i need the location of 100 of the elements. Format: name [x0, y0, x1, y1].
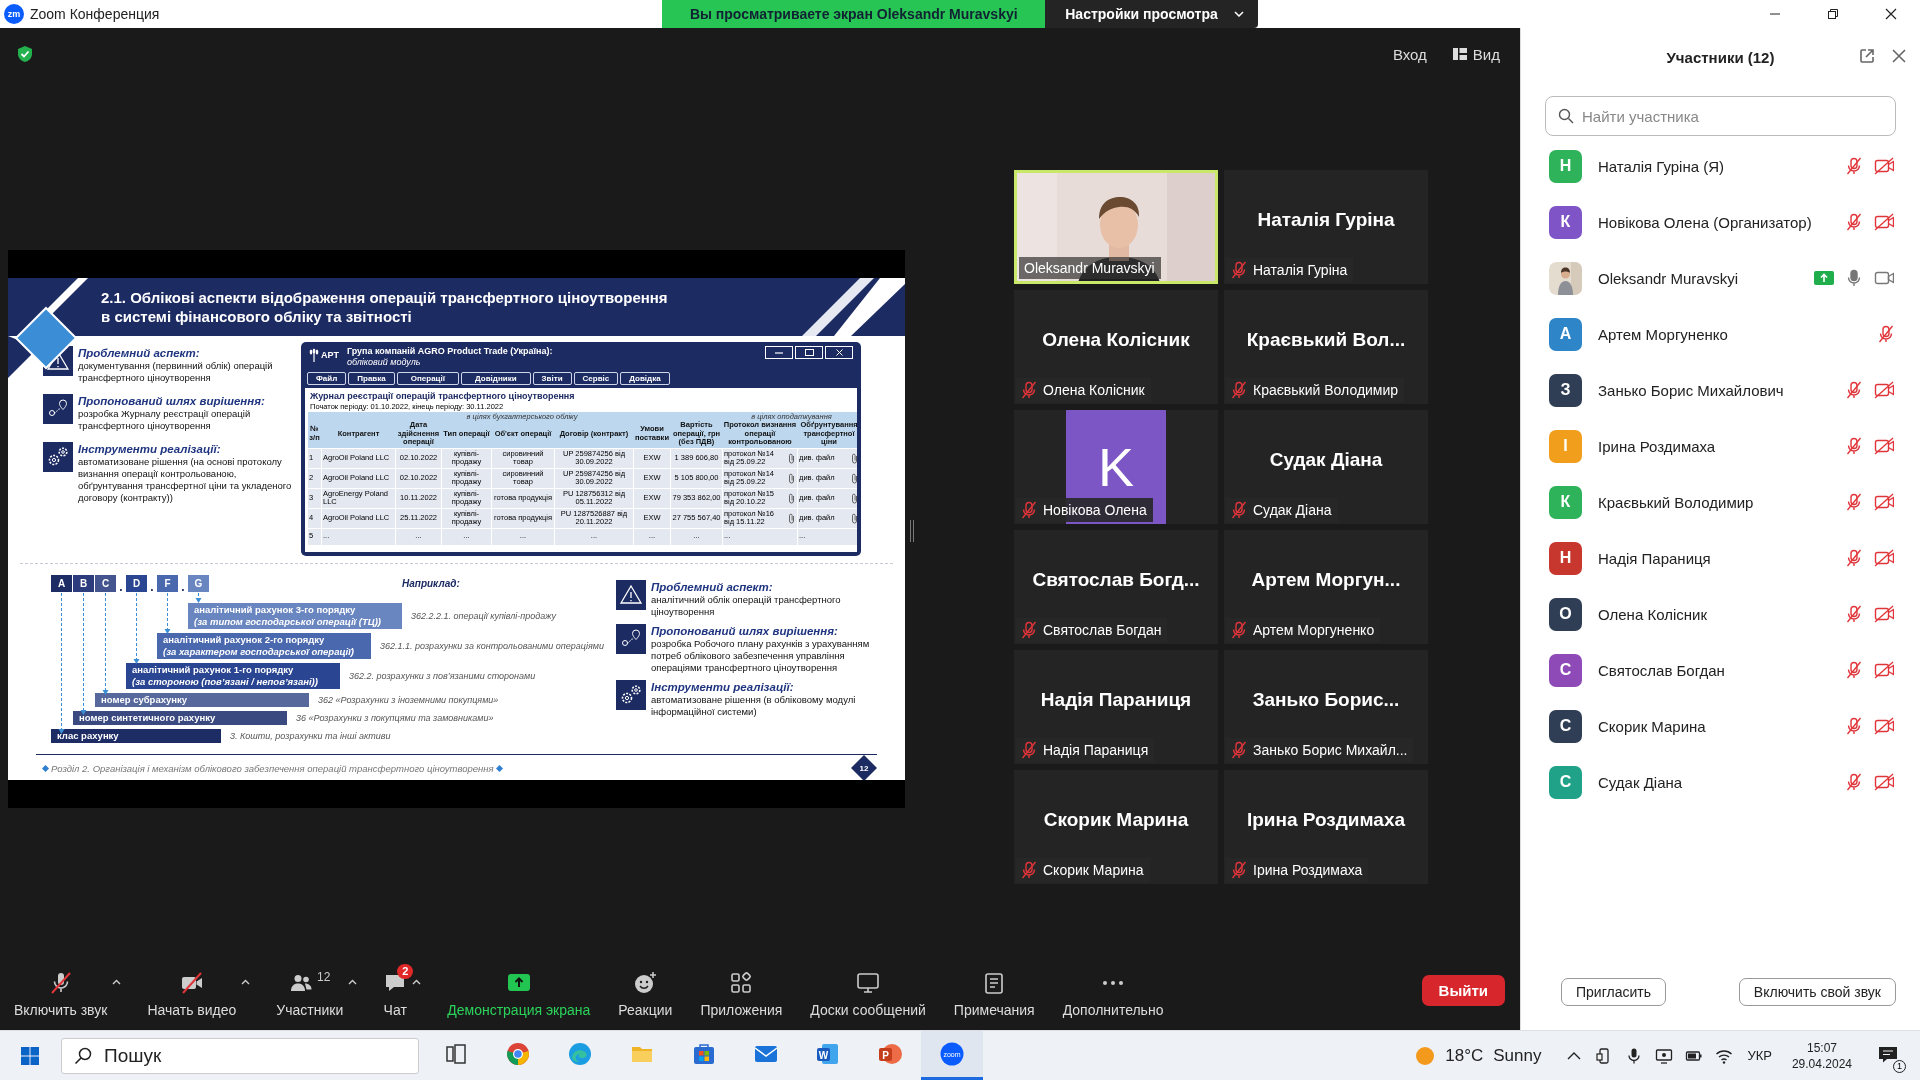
mic-muted-icon[interactable] — [1846, 605, 1862, 623]
participants-button[interactable]: 12 Участники — [272, 963, 348, 1018]
participant-row[interactable]: А Артем Моргуненко — [1521, 306, 1920, 362]
participant-name: Судак Діана — [1269, 449, 1383, 471]
chevron-down-icon — [1233, 11, 1244, 17]
camera-off-icon[interactable] — [1874, 157, 1894, 175]
sign-in-button[interactable]: Вход — [1386, 41, 1433, 67]
participant-name: Судак Діана — [1598, 773, 1684, 791]
paperclip-icon[interactable] — [787, 472, 796, 484]
menu-item[interactable]: Довідники — [461, 372, 531, 385]
participant-row[interactable]: С Судак Діана — [1521, 754, 1920, 810]
participant-row[interactable]: Н Надія Параниця — [1521, 530, 1920, 586]
taskbar-search-field[interactable]: Пошук — [61, 1037, 419, 1074]
participant-row[interactable]: О Олена Колісник — [1521, 586, 1920, 642]
task-view-icon — [444, 1042, 468, 1066]
paperclip-icon[interactable] — [850, 452, 857, 464]
search-icon — [1558, 108, 1574, 124]
participant-row[interactable]: С Святослав Богдан — [1521, 642, 1920, 698]
clock-date[interactable]: 29.04.2024 — [1791, 1055, 1852, 1072]
paperclip-icon[interactable] — [787, 492, 796, 504]
share-screen-button[interactable]: Демонстрация экрана — [443, 963, 595, 1018]
mic-muted-icon[interactable] — [1846, 213, 1862, 231]
example-text: 362 «Розрахунки з іноземними покупцями» — [318, 694, 499, 706]
mic-muted-icon[interactable] — [1846, 717, 1862, 735]
chat-button[interactable]: 2 Чат — [379, 963, 412, 1018]
name-label: Святослав Богдан — [1043, 622, 1162, 638]
participant-row[interactable]: К Краєвький Володимир — [1521, 474, 1920, 530]
camera-off-icon[interactable] — [1874, 549, 1894, 567]
notifications-icon[interactable] — [1878, 1044, 1898, 1063]
resize-handle[interactable] — [910, 520, 914, 542]
menu-item[interactable]: Файл — [307, 372, 347, 385]
camera-off-icon[interactable] — [1874, 717, 1894, 735]
shield-icon[interactable] — [17, 45, 33, 63]
notes-button[interactable]: Примечания — [949, 963, 1039, 1018]
paperclip-icon[interactable] — [850, 512, 857, 524]
mic-muted-icon[interactable] — [1846, 381, 1862, 399]
mic-muted-icon[interactable] — [1878, 325, 1894, 343]
search-input[interactable]: Найти участника — [1580, 106, 1883, 126]
close-icon[interactable] — [1892, 49, 1906, 63]
camera-off-icon[interactable] — [1874, 381, 1894, 399]
participant-row[interactable]: І Ірина Роздимаха — [1521, 418, 1920, 474]
participant-row[interactable]: З Занько Борис Михайлович — [1521, 362, 1920, 418]
participant-row[interactable]: Н Наталія Гуріна (Я) — [1521, 138, 1920, 194]
mic-muted-icon[interactable] — [1846, 549, 1862, 567]
mic-muted-icon[interactable] — [1846, 661, 1862, 679]
paperclip-icon[interactable] — [850, 492, 857, 504]
avatar: С — [1549, 653, 1582, 687]
code-letter: B — [73, 575, 94, 592]
menu-item[interactable]: Сервіс — [573, 372, 619, 385]
mic-muted-icon[interactable] — [1846, 437, 1862, 455]
panel-button[interactable]: Пригласить — [1561, 978, 1666, 1006]
leave-button[interactable]: Выйти — [1421, 975, 1505, 1006]
pop-out-icon[interactable] — [1859, 48, 1875, 64]
camera-off-icon[interactable] — [1874, 773, 1894, 791]
camera-off-icon[interactable] — [1874, 213, 1894, 231]
close-button[interactable] — [825, 346, 853, 359]
more-button[interactable]: Дополнительно — [1058, 963, 1168, 1018]
mic-muted-icon[interactable] — [1846, 157, 1862, 175]
mic-muted-icon[interactable] — [1846, 493, 1862, 511]
taskbar-button[interactable]: P — [859, 1031, 921, 1080]
camera-icon[interactable] — [1874, 269, 1894, 287]
camera-off-icon[interactable] — [1874, 605, 1894, 623]
unmute-button[interactable]: Включить звук — [10, 963, 112, 1018]
paperclip-icon[interactable] — [787, 452, 796, 464]
view-button[interactable]: Вид — [1446, 41, 1506, 67]
browser-icon — [568, 1042, 592, 1066]
panel-button[interactable]: Включить свой звук — [1738, 978, 1896, 1006]
apps-button[interactable]: Приложения — [696, 963, 787, 1018]
search-input[interactable]: Пошук — [102, 1043, 406, 1068]
paperclip-icon[interactable] — [850, 472, 857, 484]
language-indicator[interactable]: УКР — [1747, 1048, 1772, 1063]
menu-item[interactable]: Правка — [348, 372, 395, 385]
menu-item[interactable]: Операції — [396, 372, 459, 385]
participant-name: Краєвький Вол... — [1246, 329, 1406, 351]
reactions-button[interactable]: Реакции — [614, 963, 677, 1018]
view-options-button[interactable]: Настройки просмотра — [1045, 0, 1258, 28]
mic-muted-icon[interactable] — [1846, 773, 1862, 791]
taskbar-button[interactable]: W — [797, 1031, 859, 1080]
search-field[interactable]: Найти участника — [1545, 96, 1896, 136]
maximize-button[interactable] — [795, 346, 823, 359]
camera-off-icon[interactable] — [1874, 437, 1894, 455]
camera-off-icon[interactable] — [1874, 493, 1894, 511]
minimize-button[interactable] — [765, 346, 793, 359]
bar-subtitle: (за стороною (пов’язані / непов’язані)) — [132, 676, 319, 688]
avatar: С — [1549, 765, 1582, 799]
participant-row[interactable]: С Скорик Марина — [1521, 698, 1920, 754]
participant-row[interactable]: К Новікова Олена (Организатор) — [1521, 194, 1920, 250]
camera-off-icon[interactable] — [1874, 661, 1894, 679]
display-icon[interactable] — [1655, 1046, 1674, 1065]
clock-time[interactable]: 15:07 — [1806, 1039, 1837, 1056]
participant-name: Oleksandr Muravskyi — [1598, 269, 1740, 287]
app-title: Група компаній AGRO Product Trade (Україна): — [346, 346, 554, 357]
menu-item[interactable]: Звіти — [532, 372, 572, 385]
participant-row[interactable]: Oleksandr Muravskyi — [1521, 250, 1920, 306]
paperclip-icon[interactable] — [787, 512, 796, 524]
start-video-button[interactable]: Начать видео — [143, 963, 241, 1018]
menu-item[interactable]: Довідка — [620, 372, 670, 385]
whiteboards-button[interactable]: Доски сообщений — [806, 963, 930, 1018]
sharing-banner: Вы просматриваете экран Oleksandr Muravskyi — [662, 0, 1046, 28]
start-icon[interactable] — [21, 1046, 39, 1065]
